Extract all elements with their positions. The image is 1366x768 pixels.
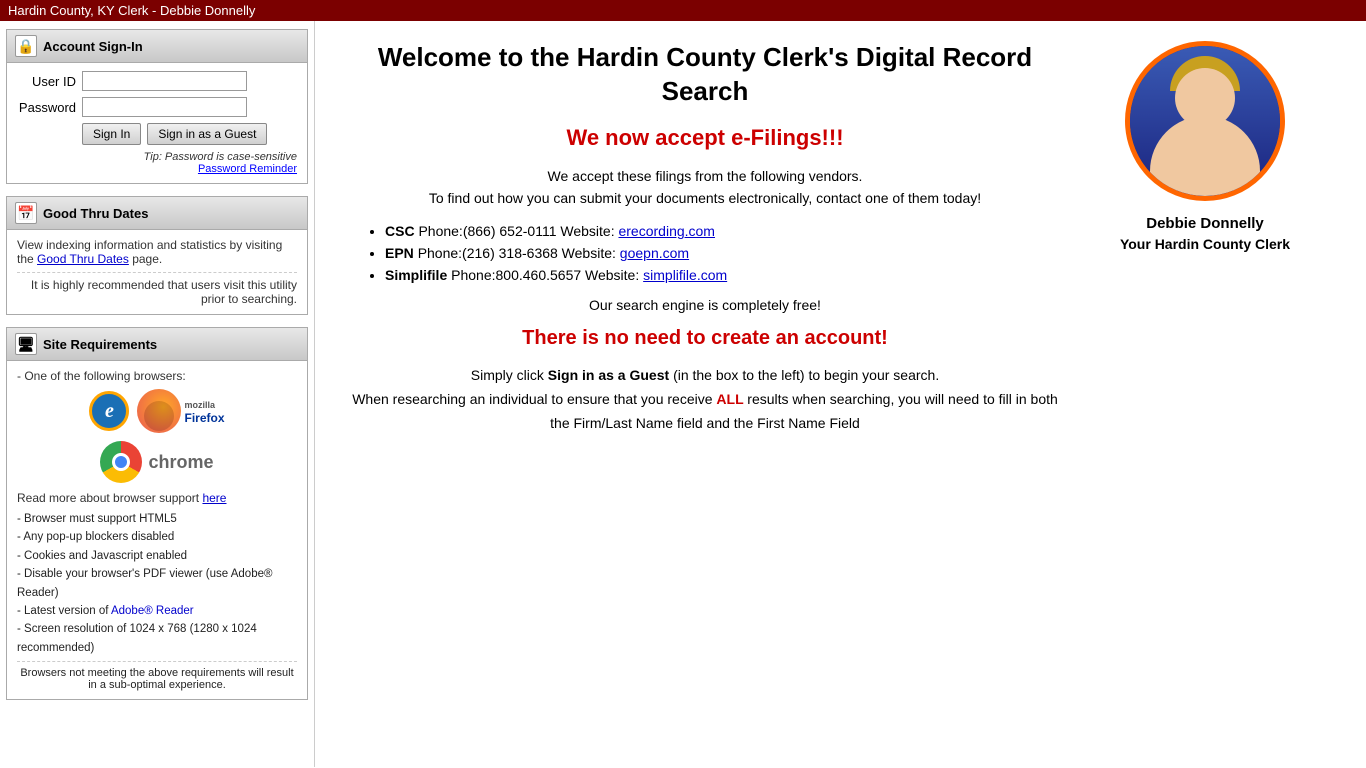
site-req-panel: 🖥 Site Requirements - One of the followi… [6,327,308,700]
list-item: Simplifile Phone:800.460.5657 Website: s… [385,267,1065,283]
main-content: Welcome to the Hardin County Clerk's Dig… [315,21,1095,767]
firefox-browser: mozillaFirefox [137,389,224,433]
button-row: Sign In Sign in as a Guest [82,123,297,145]
userid-input[interactable] [82,71,247,91]
ie-icon: e [89,391,129,431]
good-thru-title: Good Thru Dates [43,206,148,221]
site-req-title: Site Requirements [43,337,157,352]
no-account: There is no need to create an account! [345,327,1065,350]
monitor-icon: 🖥 [15,333,37,355]
account-panel-body: User ID Password Sign In Sign in as a Gu… [7,63,307,183]
calendar-icon: 📅 [15,202,37,224]
chrome-row: chrome [17,441,297,483]
accept-text: We accept these filings from the followi… [345,165,1065,210]
clerk-title: Your Hardin County Clerk [1120,236,1290,252]
good-thru-header: 📅 Good Thru Dates [7,197,307,230]
epn-link[interactable]: goepn.com [620,245,689,261]
sign-in-button[interactable]: Sign In [82,123,141,145]
requirements-list: - Browser must support HTML5 - Any pop-u… [17,510,297,657]
firefox-label: mozillaFirefox [184,397,224,425]
chrome-label: chrome [148,452,213,473]
adobe-link[interactable]: Adobe® Reader [111,605,194,617]
good-thru-text: View indexing information and statistics… [17,238,297,266]
good-thru-body: View indexing information and statistics… [7,230,307,314]
browsers-label: - One of the following browsers: [17,369,297,383]
vendor-list: CSC Phone:(866) 652-0111 Website: erecor… [345,223,1065,283]
topbar-separator: - [148,3,160,18]
csc-link[interactable]: erecording.com [618,223,715,239]
list-item: CSC Phone:(866) 652-0111 Website: erecor… [385,223,1065,239]
person-placeholder [1130,46,1280,196]
chrome-icon [100,441,142,483]
topbar-clerk: Debbie Donnelly [160,3,255,18]
guest-button[interactable]: Sign in as a Guest [147,123,267,145]
sidebar: 🔒 Account Sign-In User ID Password Sign … [0,21,315,767]
userid-label: User ID [17,74,82,89]
good-thru-panel: 📅 Good Thru Dates View indexing informat… [6,196,308,315]
password-input[interactable] [82,97,247,117]
welcome-title: Welcome to the Hardin County Clerk's Dig… [345,41,1065,109]
browser-warning: Browsers not meeting the above requireme… [17,661,297,691]
instructions: Simply click Sign in as a Guest (in the … [345,364,1065,435]
good-thru-link[interactable]: Good Thru Dates [37,252,129,266]
password-label: Password [17,100,82,115]
site-req-body: - One of the following browsers: e mozil… [7,361,307,699]
clerk-panel: Debbie Donnelly Your Hardin County Clerk [1095,21,1315,767]
topbar: Hardin County, KY Clerk - Debbie Donnell… [0,0,1366,21]
read-more-text: Read more about browser support here [17,491,297,505]
person-body [1150,116,1260,196]
efilings-notice: We now accept e-Filings!!! [345,125,1065,151]
lock-icon: 🔒 [15,35,37,57]
account-panel-title: Account Sign-In [43,39,143,54]
free-text: Our search engine is completely free! [345,297,1065,313]
topbar-title: Hardin County, KY Clerk [8,3,148,18]
good-thru-note: It is highly recommended that users visi… [17,272,297,306]
simplifile-link[interactable]: simplifile.com [643,267,727,283]
browser-icons: e mozillaFirefox [17,389,297,433]
firefox-icon [137,389,181,433]
account-panel-header: 🔒 Account Sign-In [7,30,307,63]
password-row: Password [17,97,297,117]
tip-text: Tip: Password is case-sensitive [17,151,297,163]
account-panel: 🔒 Account Sign-In User ID Password Sign … [6,29,308,184]
list-item: EPN Phone:(216) 318-6368 Website: goepn.… [385,245,1065,261]
clerk-name: Debbie Donnelly [1146,213,1264,236]
clerk-photo [1125,41,1285,201]
read-more-link[interactable]: here [202,491,226,505]
site-req-header: 🖥 Site Requirements [7,328,307,361]
userid-row: User ID [17,71,297,91]
password-reminder-link[interactable]: Password Reminder [17,163,297,175]
